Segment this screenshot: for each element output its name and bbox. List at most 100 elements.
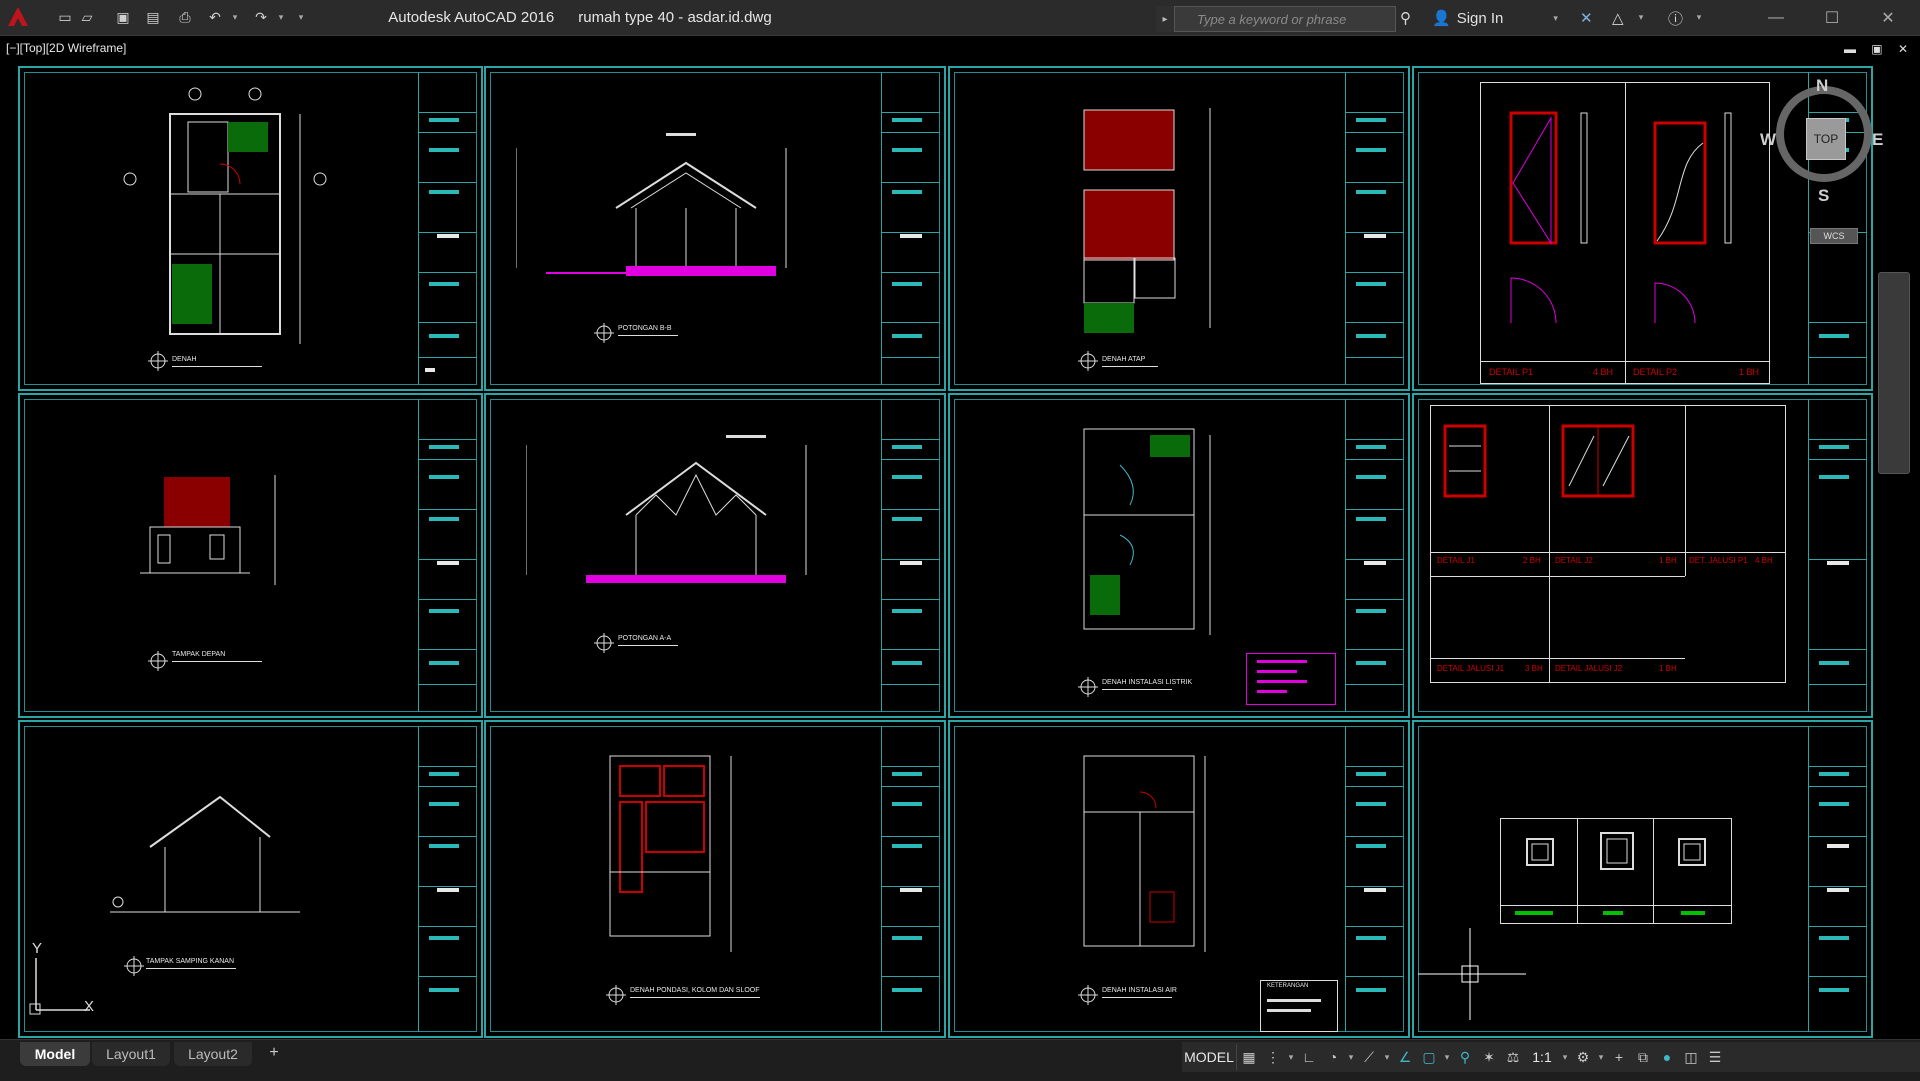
sheet-potongan-bb: POTONGAN B-B: [484, 66, 946, 391]
close-icon[interactable]: ✕: [1860, 0, 1916, 35]
compass-north[interactable]: N: [1816, 76, 1828, 96]
file-name: rumah type 40 - asdar.id.dwg: [578, 9, 772, 26]
detail-p2-qty: 1 BH: [1739, 367, 1760, 377]
object-snap-icon[interactable]: ▢: [1417, 1044, 1441, 1070]
cube-top-face[interactable]: TOP: [1806, 118, 1846, 160]
chevron-down-icon: ▾: [1553, 12, 1558, 23]
tab-layout1[interactable]: Layout1: [92, 1042, 170, 1066]
plumbing-plan-drawing: [1083, 755, 1206, 952]
search-input[interactable]: [1195, 8, 1409, 30]
title-block: [418, 72, 477, 385]
compass-east[interactable]: E: [1872, 130, 1883, 150]
annotation-visibility-icon[interactable]: ⚲: [1453, 1044, 1477, 1070]
model-space-canvas[interactable]: DENAH POTONGAN B-B DENAH ATAP DETAIL P1 …: [18, 66, 1873, 1038]
sheet-denah: DENAH: [18, 66, 483, 391]
navigation-bar[interactable]: [1878, 272, 1910, 474]
tab-layout2[interactable]: Layout2: [174, 1042, 252, 1066]
roof-plan-drawing: [1083, 108, 1211, 333]
auto-scale-icon[interactable]: ✶: [1477, 1044, 1501, 1070]
tab-model[interactable]: Model: [20, 1042, 90, 1066]
polar-tracking-icon[interactable]: ◔: [1321, 1044, 1345, 1070]
section-mark-icon: [1078, 351, 1098, 371]
workspace-dropdown-icon[interactable]: ▾: [1595, 1044, 1607, 1070]
grid-icon[interactable]: ▦: [1237, 1044, 1261, 1070]
sheet-instalasi-air: KETERANGAN DENAH INSTALASI AIR: [948, 720, 1410, 1038]
detail-j1-label: DETAIL J1: [1437, 556, 1475, 565]
plus-icon[interactable]: +: [1607, 1044, 1631, 1070]
window-title: Autodesk AutoCAD 2016 rumah type 40 - as…: [0, 0, 1160, 35]
snap-icon[interactable]: ⋮: [1261, 1044, 1285, 1070]
isometric-dropdown-icon[interactable]: ▾: [1381, 1044, 1393, 1070]
scale-dropdown-icon[interactable]: ▾: [1559, 1044, 1571, 1070]
section-bb-drawing: [516, 133, 787, 276]
column-section-icon: [1678, 838, 1706, 866]
clean-screen-icon[interactable]: ◫: [1679, 1044, 1703, 1070]
sheet-instalasi-listrik: DENAH INSTALASI LISTRIK: [948, 393, 1410, 718]
viewport-window-controls[interactable]: ▬ ▣ ✕: [1844, 42, 1914, 56]
section-mark-icon: [594, 323, 614, 343]
title-bar: ▭ ▱ ▣ ▤ ⎙ ↶ ▾ ↷ ▾ ▾ Autodesk AutoCAD 201…: [0, 0, 1920, 36]
section-mark-icon: [1078, 985, 1098, 1005]
add-layout-icon[interactable]: +: [262, 1042, 286, 1064]
a360-dropdown-icon[interactable]: ▾: [1636, 8, 1646, 26]
sheet-label: TAMPAK SAMPING KANAN: [146, 958, 235, 965]
detail-jalusi-p1-label: DET. JALUSI P1: [1689, 556, 1748, 565]
help-icon[interactable]: ⓘ: [1668, 7, 1683, 29]
title-block: [1345, 399, 1404, 712]
sheet-tampak-depan: TAMPAK DEPAN: [18, 393, 483, 718]
detail-jalusi-j1-qty: 3 BH: [1525, 664, 1543, 673]
search-expand-icon[interactable]: ▸: [1156, 6, 1174, 32]
legend-box: [1246, 653, 1336, 705]
detail-p1-label: DETAIL P1: [1489, 367, 1534, 377]
column-detail-frame: [1500, 818, 1732, 924]
sign-in-button[interactable]: 👤 Sign In ▾: [1432, 7, 1558, 29]
section-mark-icon: [124, 956, 144, 976]
search-box[interactable]: [1174, 6, 1409, 32]
sheet-detail-jendela: DETAIL J1 2 BH DETAIL J2 1 BH DET. JALUS…: [1412, 393, 1873, 718]
isometric-icon[interactable]: ⟋: [1357, 1044, 1381, 1070]
title-block: [881, 399, 940, 712]
help-dropdown-icon[interactable]: ▾: [1694, 8, 1704, 26]
section-mark-icon: [148, 651, 168, 671]
osnap-dropdown-icon[interactable]: ▾: [1441, 1044, 1453, 1070]
ucs-y-label: Y: [32, 940, 43, 957]
window-j1-drawing: [1443, 424, 1487, 498]
sheet-label: DENAH PONDASI, KOLOM DAN SLOOF: [630, 987, 760, 994]
annotation-scale-icon[interactable]: ⚖: [1501, 1044, 1525, 1070]
detail-jalusi-j2-label: DETAIL JALUSI J2: [1555, 664, 1623, 673]
exchange-apps-icon[interactable]: ✕: [1580, 7, 1593, 29]
snap-dropdown-icon[interactable]: ▾: [1285, 1044, 1297, 1070]
maximize-icon[interactable]: ☐: [1804, 0, 1860, 35]
window-j2-drawing: [1561, 424, 1635, 498]
title-block: [418, 726, 477, 1032]
sheet-label: POTONGAN A-A: [618, 635, 672, 642]
detail-jalusi-j1-label: DETAIL JALUSI J1: [1437, 664, 1505, 673]
object-snap-tracking-icon[interactable]: ∠: [1393, 1044, 1417, 1070]
customization-menu-icon[interactable]: ☰: [1703, 1044, 1727, 1070]
section-mark-icon: [606, 985, 626, 1005]
title-block: [881, 72, 940, 385]
compass-south[interactable]: S: [1818, 186, 1829, 206]
keterangan-label: KETERANGAN: [1267, 983, 1309, 989]
minimize-icon[interactable]: —: [1748, 0, 1804, 35]
section-aa-drawing: [526, 435, 807, 583]
title-block: [1808, 399, 1867, 712]
ortho-icon[interactable]: ∟: [1297, 1044, 1321, 1070]
sheet-label: DENAH ATAP: [1102, 356, 1146, 363]
viewcube[interactable]: N S E W TOP: [1760, 76, 1883, 205]
workspace-gear-icon[interactable]: ⚙: [1571, 1044, 1595, 1070]
door-p1-drawing: [1509, 111, 1588, 324]
model-space-button[interactable]: MODEL: [1182, 1044, 1237, 1070]
hardware-acceleration-icon[interactable]: ●: [1655, 1044, 1679, 1070]
isolate-objects-icon[interactable]: ⧉: [1631, 1044, 1655, 1070]
wcs-menu[interactable]: WCS: [1810, 228, 1858, 244]
viewport-controls[interactable]: [−][Top][2D Wireframe]: [6, 41, 126, 55]
polar-dropdown-icon[interactable]: ▾: [1345, 1044, 1357, 1070]
binoculars-icon[interactable]: ⚲: [1400, 7, 1411, 29]
section-mark-icon: [594, 633, 614, 653]
autodesk-360-icon[interactable]: △: [1612, 7, 1624, 29]
section-mark-icon: [148, 351, 168, 371]
ucs-x-label: X: [84, 998, 95, 1015]
compass-west[interactable]: W: [1760, 130, 1776, 150]
annotation-scale-value[interactable]: 1:1: [1525, 1044, 1559, 1070]
